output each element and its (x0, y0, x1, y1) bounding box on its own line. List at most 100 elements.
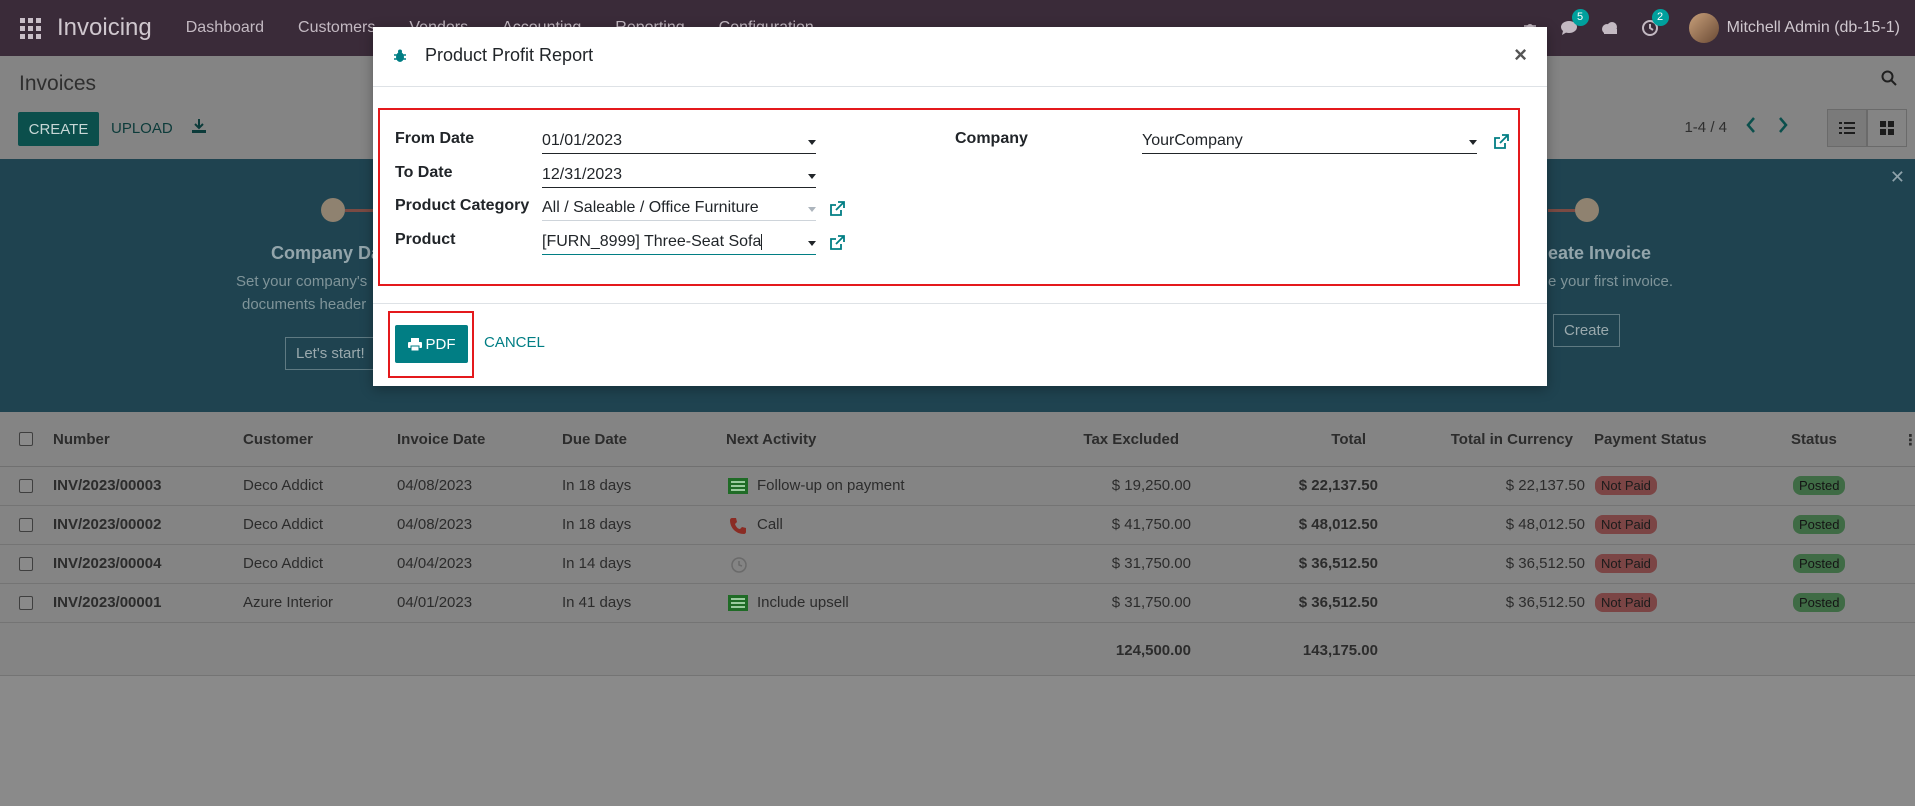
step-invoice-text: e your first invoice. (1548, 273, 1674, 290)
bug-icon (393, 48, 409, 64)
cell-invoice-date: 04/04/2023 (397, 555, 473, 572)
col-due-date[interactable]: Due Date (562, 431, 627, 448)
row-checkbox[interactable] (19, 557, 33, 571)
cloud-icon[interactable] (1599, 17, 1621, 39)
col-status[interactable]: Status (1791, 431, 1837, 448)
col-tax-excluded[interactable]: Tax Excluded (1000, 431, 1179, 448)
navbar-systray: 5 2 Mitchell Admin (db-15-1) (1519, 0, 1915, 56)
product-field[interactable]: [FURN_8999] Three-Seat Sofa (542, 231, 816, 255)
activities-badge: 2 (1651, 9, 1669, 26)
dialog-title: Product Profit Report (425, 45, 594, 65)
product-category-label: Product Category (395, 197, 530, 214)
col-total[interactable]: Total (1200, 431, 1366, 448)
banner-close-icon[interactable]: ✕ (1890, 167, 1905, 188)
cell-customer: Deco Addict (243, 516, 324, 533)
table-header: Number Customer Invoice Date Due Date Ne… (0, 412, 1915, 467)
app-brand[interactable]: Invoicing (57, 14, 152, 42)
cell-total-currency: $ 22,137.50 (1505, 477, 1585, 494)
activity-clock-icon[interactable]: 2 (1639, 9, 1669, 39)
cell-total-currency: $ 48,012.50 (1505, 516, 1585, 533)
step-company-text-2: documents header (242, 296, 367, 313)
from-date-label: From Date (395, 130, 475, 147)
pdf-button[interactable]: PDF (395, 325, 468, 363)
close-icon[interactable]: × (1514, 42, 1527, 68)
dialog-footer: PDF CANCEL (373, 303, 1547, 386)
cell-next-activity[interactable]: Follow-up on payment (757, 477, 905, 494)
chevron-down-icon[interactable] (808, 174, 816, 179)
row-checkbox[interactable] (19, 596, 33, 610)
step-company-dot (321, 198, 345, 222)
company-field[interactable]: YourCompany (1142, 130, 1477, 154)
table-row[interactable]: INV/2023/00001 Azure Interior 04/01/2023… (0, 584, 1915, 623)
product-category-field[interactable]: All / Saleable / Office Furniture (542, 197, 816, 221)
cell-next-activity[interactable]: Call (757, 516, 783, 533)
external-link-icon[interactable] (829, 201, 845, 217)
user-avatar[interactable] (1688, 13, 1719, 43)
search-icon[interactable] (1881, 70, 1899, 88)
product-profit-report-dialog: Product Profit Report × From Date 01/01/… (373, 27, 1547, 386)
chevron-down-icon[interactable] (808, 241, 816, 246)
create-button[interactable]: CREATE (18, 112, 99, 146)
messages-icon[interactable]: 5 (1559, 9, 1589, 39)
table-row[interactable]: INV/2023/00002 Deco Addict 04/08/2023 In… (0, 506, 1915, 545)
cell-number: INV/2023/00003 (53, 477, 162, 494)
from-date-field[interactable]: 01/01/2023 (542, 130, 816, 154)
kanban-view-button[interactable] (1867, 109, 1907, 147)
cell-number: INV/2023/00004 (53, 555, 162, 572)
row-checkbox[interactable] (19, 479, 33, 493)
col-number[interactable]: Number (53, 431, 110, 448)
lets-start-button[interactable]: Let's start! (285, 337, 376, 370)
step-company-text: Set your company's (236, 273, 368, 290)
company-label: Company (955, 130, 1028, 147)
row-checkbox[interactable] (19, 518, 33, 532)
cell-total: $ 22,137.50 (1298, 477, 1378, 494)
menu-dashboard[interactable]: Dashboard (186, 19, 264, 37)
step-line (345, 209, 375, 212)
pager-value[interactable]: 1-4 / 4 (1684, 119, 1727, 136)
select-all-checkbox[interactable] (19, 432, 33, 446)
cell-due-date: In 18 days (562, 516, 632, 533)
table-row[interactable]: INV/2023/00003 Deco Addict 04/08/2023 In… (0, 467, 1915, 506)
chevron-down-icon[interactable] (808, 207, 816, 212)
create-invoice-button[interactable]: Create (1553, 314, 1621, 347)
chevron-down-icon[interactable] (1469, 140, 1477, 145)
col-invoice-date[interactable]: Invoice Date (397, 431, 485, 448)
pager-next-icon[interactable] (1777, 116, 1791, 136)
cell-next-activity[interactable]: Include upsell (757, 594, 849, 611)
cell-total: $ 48,012.50 (1298, 516, 1378, 533)
user-menu[interactable]: Mitchell Admin (db-15-1) (1727, 19, 1900, 37)
chevron-down-icon[interactable] (808, 140, 816, 145)
cell-total-currency: $ 36,512.50 (1505, 555, 1585, 572)
invoice-icon[interactable] (728, 478, 748, 494)
text-cursor (761, 233, 763, 250)
status-badge: Posted (1793, 593, 1846, 612)
column-options-icon[interactable]: ⋮ (1903, 431, 1915, 449)
apps-menu-icon[interactable] (20, 17, 42, 39)
menu-customers[interactable]: Customers (298, 19, 375, 37)
payment-status-badge: Not Paid (1595, 593, 1657, 612)
phone-icon[interactable] (729, 517, 749, 534)
download-icon[interactable] (191, 118, 209, 136)
to-date-field[interactable]: 12/31/2023 (542, 164, 816, 188)
col-total-currency[interactable]: Total in Currency (1400, 431, 1573, 448)
cell-invoice-date: 04/08/2023 (397, 477, 473, 494)
cancel-button[interactable]: CANCEL (484, 334, 545, 351)
pdf-highlight: PDF (388, 311, 474, 378)
external-link-icon[interactable] (1493, 134, 1509, 150)
list-view-button[interactable] (1827, 109, 1867, 147)
external-link-icon[interactable] (829, 235, 845, 251)
pager-prev-icon[interactable] (1745, 116, 1759, 136)
product-label: Product (395, 231, 456, 248)
table-row[interactable]: INV/2023/00004 Deco Addict 04/04/2023 In… (0, 545, 1915, 584)
step-invoice-dot (1575, 198, 1599, 222)
col-customer[interactable]: Customer (243, 431, 313, 448)
cell-number: INV/2023/00002 (53, 516, 162, 533)
cell-number: INV/2023/00001 (53, 594, 162, 611)
clock-icon[interactable] (730, 556, 750, 573)
col-payment-status[interactable]: Payment Status (1594, 431, 1707, 448)
cell-due-date: In 14 days (562, 555, 632, 572)
col-next-activity[interactable]: Next Activity (726, 431, 816, 448)
cell-total: $ 36,512.50 (1298, 555, 1378, 572)
upload-button[interactable]: UPLOAD (111, 120, 173, 137)
invoice-icon[interactable] (728, 595, 748, 611)
